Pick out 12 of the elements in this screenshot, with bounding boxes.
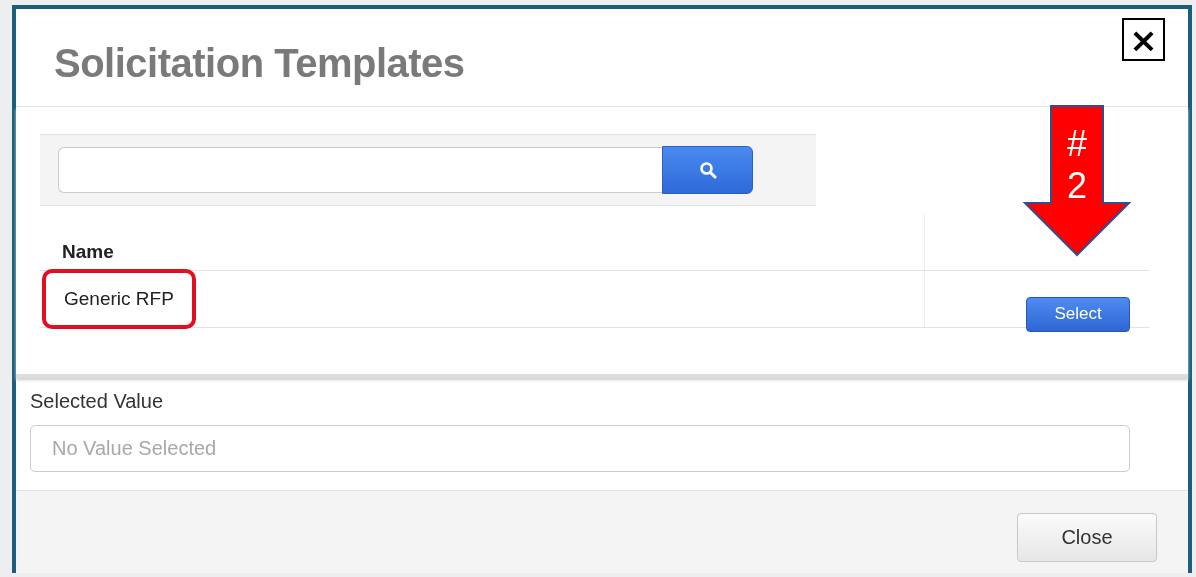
selected-value-field[interactable]: No Value Selected	[30, 425, 1130, 472]
column-header: Name	[61, 240, 115, 264]
search-icon	[698, 161, 717, 179]
dialog-title: Solicitation Templates	[54, 41, 465, 86]
field-label: Selected Value	[30, 390, 165, 413]
step-label: # 2	[1066, 123, 1088, 207]
highlighted-cell: Generic RFP	[42, 269, 196, 329]
search-field[interactable]	[58, 147, 662, 193]
close-button[interactable]: Close	[1017, 513, 1157, 562]
search-button[interactable]	[662, 146, 753, 194]
close-button[interactable]: ×	[1122, 18, 1165, 61]
select-button[interactable]: Select	[1026, 296, 1130, 332]
